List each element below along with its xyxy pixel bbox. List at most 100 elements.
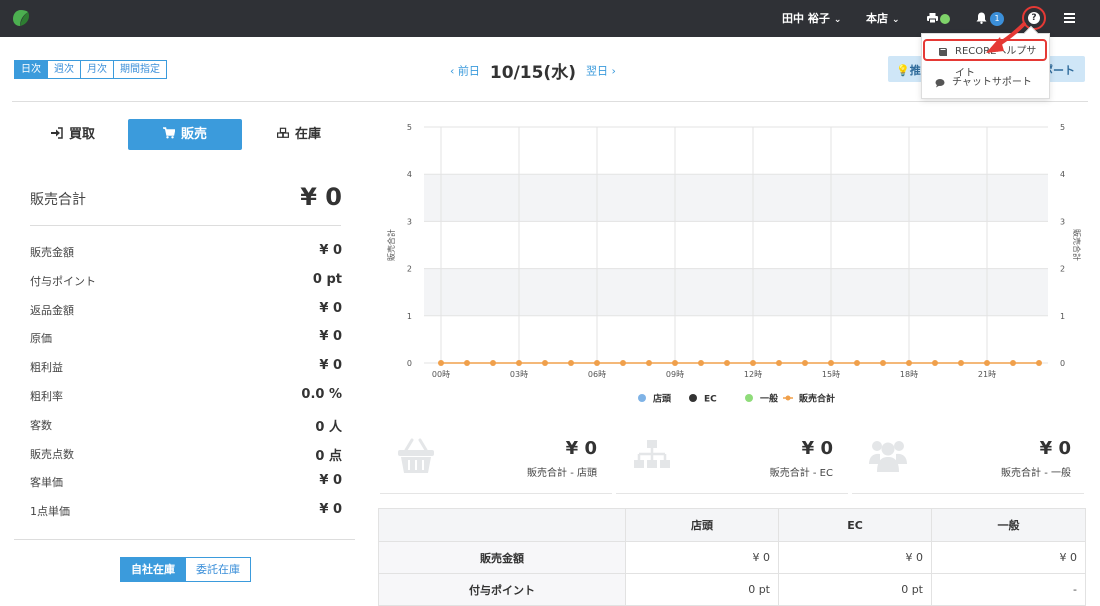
y-tick-label: 1 bbox=[407, 312, 412, 321]
data-point bbox=[672, 360, 678, 366]
legend-marker bbox=[745, 394, 753, 402]
sales-total-label: 販売合計 bbox=[30, 192, 86, 208]
metric-value: ¥ 0 bbox=[319, 502, 342, 518]
metric-value: ¥ 0 bbox=[319, 300, 342, 316]
metric-label: 1点単価 bbox=[30, 505, 70, 519]
table-cell: - bbox=[931, 573, 1086, 606]
y-tick-label-right: 0 bbox=[1060, 359, 1065, 368]
metric-value: ¥ 0 bbox=[319, 329, 342, 345]
tab-daily[interactable]: 日次 bbox=[14, 60, 48, 79]
period-tabs: 日次 週次 月次 期間指定 bbox=[14, 60, 167, 79]
y-tick-label: 5 bbox=[407, 123, 412, 132]
data-point bbox=[854, 360, 860, 366]
store-menu[interactable]: 本店 ⌄ bbox=[866, 0, 900, 37]
divider bbox=[30, 225, 341, 226]
tab-monthly[interactable]: 月次 bbox=[80, 60, 114, 79]
table-row: 付与ポイント 0 pt 0 pt - bbox=[378, 573, 1086, 606]
data-point bbox=[464, 360, 470, 366]
tab-sales[interactable]: 販売 bbox=[128, 119, 242, 150]
x-tick-label: 18時 bbox=[900, 370, 918, 379]
comment-icon bbox=[935, 79, 945, 88]
legend-label: EC bbox=[704, 395, 717, 405]
y-tick-label: 0 bbox=[407, 359, 412, 368]
top-navbar: 田中 裕子 ⌄ 本店 ⌄ 1 ? bbox=[0, 0, 1100, 37]
sign-in-icon bbox=[50, 127, 63, 139]
report-button-left-text: 推 bbox=[909, 64, 921, 77]
lightbulb-icon: 💡 bbox=[896, 64, 910, 77]
tab-purchase-label: 買取 bbox=[68, 127, 95, 142]
data-point bbox=[594, 360, 600, 366]
x-tick-label: 09時 bbox=[666, 370, 684, 379]
metric-value: 0 pt bbox=[312, 271, 342, 287]
current-date: 10/15(水) bbox=[489, 63, 576, 83]
data-point bbox=[984, 360, 990, 366]
data-point bbox=[802, 360, 808, 366]
basket-icon bbox=[398, 438, 434, 473]
y-tick-label: 4 bbox=[407, 170, 412, 179]
metric-label: 客単価 bbox=[30, 476, 63, 490]
sales-chart: 0 01 12 23 34 45 500時 03時 06時 09時 12時 15時 18時 21時販売合計… bbox=[386, 123, 1082, 405]
metric-label: 粗利率 bbox=[30, 390, 63, 403]
summary-card-store: ¥ 0 販売合計 - 店頭 bbox=[380, 432, 612, 494]
legend-label: 店頭 bbox=[653, 393, 672, 405]
table-cell: ¥ 0 bbox=[625, 541, 779, 574]
x-tick-label: 03時 bbox=[510, 370, 528, 379]
chat-support-menu-item[interactable]: チャットサポート bbox=[922, 72, 1049, 94]
metric-label: 客数 bbox=[30, 418, 52, 432]
metric-label: 粗利益 bbox=[30, 361, 63, 375]
table-cell: 0 pt bbox=[625, 573, 779, 606]
tab-custom-range[interactable]: 期間指定 bbox=[113, 60, 167, 79]
y-tick-label-right: 2 bbox=[1060, 265, 1065, 274]
metric-value: 0 点 bbox=[315, 448, 342, 464]
card-general-label: 販売合計 - 一般 bbox=[1001, 468, 1071, 479]
data-point bbox=[906, 360, 912, 366]
metric-value: 0 人 bbox=[315, 419, 342, 435]
chart-band bbox=[424, 127, 1048, 175]
chart-band bbox=[424, 315, 1048, 363]
legend-label: 一般 bbox=[760, 393, 779, 405]
tab-weekly[interactable]: 週次 bbox=[47, 60, 81, 79]
tab-sales-label: 販売 bbox=[180, 127, 207, 142]
hamburger-menu-icon[interactable] bbox=[1064, 13, 1075, 23]
data-point bbox=[776, 360, 782, 366]
table-header-row: 店頭 EC 一般 bbox=[378, 508, 1086, 542]
metric-value: 0.0 % bbox=[301, 387, 342, 402]
metric-value: ¥ 0 bbox=[319, 243, 342, 258]
prev-day-link[interactable]: ‹ 前日 bbox=[450, 65, 480, 78]
sales-total-value: ¥ 0 bbox=[300, 183, 342, 211]
divider bbox=[14, 539, 355, 540]
sales-breakdown-table: 店頭 EC 一般 販売金額 ¥ 0 ¥ 0 ¥ 0 付与ポイント 0 pt 0 … bbox=[378, 508, 1086, 606]
data-point bbox=[724, 360, 730, 366]
legend-label: 販売合計 bbox=[799, 393, 835, 405]
data-point bbox=[932, 360, 938, 366]
tab-own-stock[interactable]: 自社在庫 bbox=[120, 557, 186, 582]
y-tick-label-right: 3 bbox=[1060, 217, 1065, 226]
tab-consignment-stock[interactable]: 委託在庫 bbox=[185, 557, 251, 582]
printer-status[interactable] bbox=[927, 0, 950, 37]
user-menu[interactable]: 田中 裕子 ⌄ bbox=[782, 0, 841, 37]
chevron-down-icon: ⌄ bbox=[833, 15, 842, 25]
chart-band bbox=[424, 268, 1048, 316]
x-tick-label: 15時 bbox=[822, 370, 840, 379]
tab-purchase[interactable]: 買取 bbox=[16, 119, 130, 150]
next-day-link[interactable]: 翌日 › bbox=[586, 65, 616, 78]
metric-label: 返品金額 bbox=[30, 303, 74, 317]
row-label: 販売金額 bbox=[378, 541, 626, 574]
y-axis-title: 販売合計 bbox=[386, 229, 396, 261]
y-tick-label: 3 bbox=[407, 217, 412, 226]
app-logo-icon[interactable] bbox=[12, 9, 30, 27]
printer-icon bbox=[927, 13, 938, 24]
table-header bbox=[378, 508, 626, 542]
data-point bbox=[1036, 360, 1042, 366]
metric-label: 付与ポイント bbox=[30, 274, 96, 288]
metric-label: 販売金額 bbox=[30, 246, 74, 259]
table-cell: 0 pt bbox=[778, 573, 932, 606]
store-name: 本店 bbox=[866, 12, 888, 25]
x-tick-label: 12時 bbox=[744, 370, 762, 379]
y-axis-title-right: 販売合計 bbox=[1072, 229, 1082, 261]
data-point bbox=[880, 360, 886, 366]
data-point bbox=[1010, 360, 1016, 366]
x-tick-label: 00時 bbox=[432, 370, 450, 379]
data-point bbox=[750, 360, 756, 366]
tab-inventory[interactable]: 在庫 bbox=[242, 119, 356, 150]
